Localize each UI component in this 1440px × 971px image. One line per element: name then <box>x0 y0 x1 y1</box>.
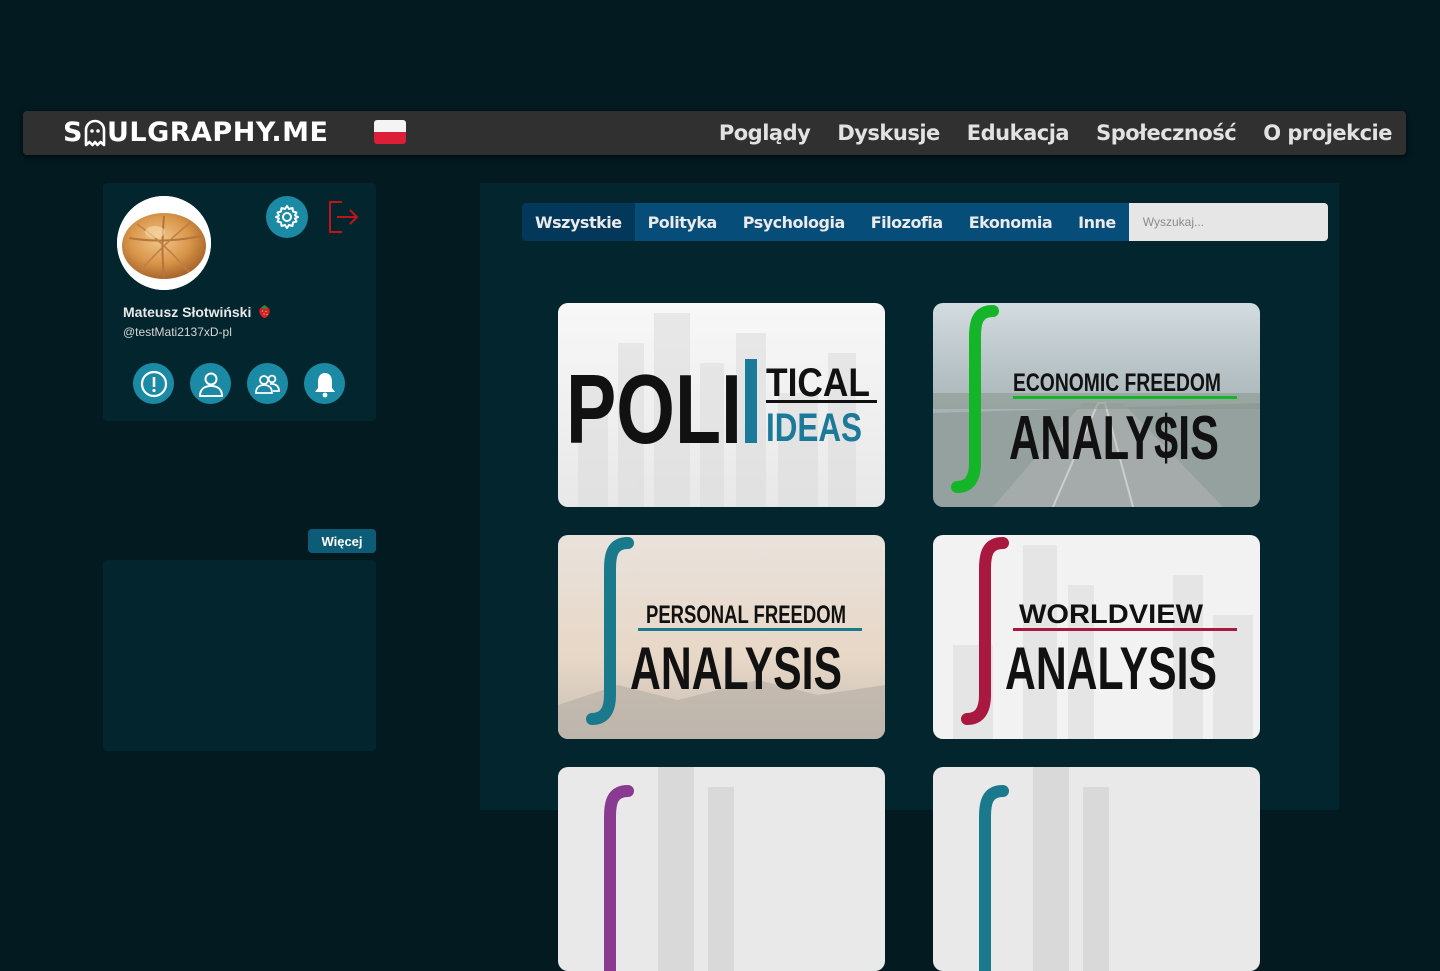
tab-inne[interactable]: Inne <box>1065 203 1129 241</box>
economic-title-part1: ECONOMIC FREEDOM <box>1013 369 1221 397</box>
tab-ekonomia[interactable]: Ekonomia <box>955 203 1066 241</box>
personal-title-part2: ANALYSIS <box>630 635 842 702</box>
search-input[interactable] <box>1128 203 1328 241</box>
test-tile-economic-freedom[interactable]: ECONOMIC FREEDOM ANALY$IS <box>933 303 1260 507</box>
nav-spolecznosc[interactable]: Społeczność <box>1096 121 1237 145</box>
test-tile-personal-freedom[interactable]: PERSONAL FREEDOM ANALYSIS <box>558 535 885 739</box>
avatar[interactable] <box>117 196 211 290</box>
tab-polityka[interactable]: Polityka <box>634 203 730 241</box>
test-tile-6[interactable] <box>933 767 1260 971</box>
friends-button[interactable] <box>247 363 288 404</box>
more-button[interactable]: Więcej <box>308 529 376 553</box>
economic-title-part2: ANALY$IS <box>1009 404 1219 473</box>
site-logo[interactable]: S ULGRAPHY.ME <box>63 117 328 148</box>
test-tile-political-ideas[interactable]: POLI TICAL IDEAS <box>558 303 885 507</box>
exclamation-icon <box>140 370 167 397</box>
nav-o-projekcie[interactable]: O projekcie <box>1263 121 1392 145</box>
friends-icon <box>254 374 280 394</box>
worldview-title-part1: WORLDVIEW <box>1019 599 1204 629</box>
test-tile-6-cover <box>933 767 1260 971</box>
profile-actions <box>133 363 345 404</box>
logout-icon[interactable] <box>325 199 361 235</box>
tab-filozofia[interactable]: Filozofia <box>857 203 956 241</box>
settings-button[interactable] <box>266 196 308 238</box>
profile-button[interactable] <box>190 363 231 404</box>
notifications-button[interactable] <box>304 363 345 404</box>
test-tile-5[interactable] <box>558 767 885 971</box>
political-ideas-cover: POLI TICAL IDEAS <box>558 303 885 507</box>
personal-title-part1: PERSONAL FREEDOM <box>646 601 846 629</box>
tab-wszystkie[interactable]: Wszystkie <box>522 203 635 241</box>
political-title-part1: POLI <box>566 354 742 464</box>
economic-freedom-cover: ECONOMIC FREEDOM ANALY$IS <box>933 303 1260 507</box>
tab-psychologia[interactable]: Psychologia <box>729 203 858 241</box>
strawberry-icon <box>259 305 271 318</box>
category-tabs: Wszystkie Polityka Psychologia Filozofia… <box>522 203 1328 241</box>
top-navbar: S ULGRAPHY.ME Poglądy Dyskusje Edukacja … <box>23 111 1406 155</box>
political-title-part2: TICAL <box>766 361 870 405</box>
bread-roll-avatar-icon <box>117 196 211 290</box>
main-nav: Poglądy Dyskusje Edukacja Społeczność O … <box>719 111 1393 155</box>
logo-suffix: ULGRAPHY.ME <box>106 117 329 148</box>
alerts-button[interactable] <box>133 363 174 404</box>
worldview-title-part2: ANALYSIS <box>1005 635 1217 702</box>
gear-icon <box>275 205 299 229</box>
ghost-logo-icon <box>84 119 106 146</box>
nav-dyskusje[interactable]: Dyskusje <box>837 121 940 145</box>
flag-poland-icon[interactable] <box>374 120 406 144</box>
profile-card: Mateusz Słotwiński @testMati2137xD-pl <box>103 183 376 421</box>
logo-prefix: S <box>63 117 83 148</box>
personal-freedom-cover: PERSONAL FREEDOM ANALYSIS <box>558 535 885 739</box>
user-icon <box>198 372 223 397</box>
tests-panel: Wszystkie Polityka Psychologia Filozofia… <box>480 183 1339 971</box>
worldview-cover: WORLDVIEW ANALYSIS <box>933 535 1260 739</box>
user-name: Mateusz Słotwiński <box>123 304 272 320</box>
test-tile-worldview[interactable]: WORLDVIEW ANALYSIS <box>933 535 1260 739</box>
nav-edukacja[interactable]: Edukacja <box>967 121 1070 145</box>
user-name-text: Mateusz Słotwiński <box>123 304 252 320</box>
nav-poglady[interactable]: Poglądy <box>719 121 811 145</box>
side-panel <box>103 560 376 751</box>
bell-icon <box>314 372 335 397</box>
political-title-part3: IDEAS <box>766 406 862 450</box>
test-tile-5-cover <box>558 767 885 971</box>
user-handle: @testMati2137xD-pl <box>123 325 232 339</box>
